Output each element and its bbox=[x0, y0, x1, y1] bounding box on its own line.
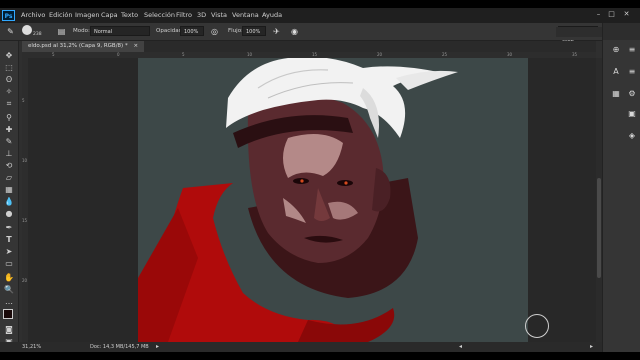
menu-archivo[interactable]: Archivo bbox=[21, 11, 45, 19]
type-icon[interactable]: T bbox=[3, 235, 15, 245]
flow-value: 100% bbox=[246, 29, 261, 35]
eraser-icon[interactable]: ▱ bbox=[3, 173, 15, 183]
flow-input[interactable]: 100% bbox=[242, 26, 266, 36]
menu-texto[interactable]: Texto bbox=[121, 11, 138, 19]
document-tab-title: eldo.psd al 31,2% (Capa 9, RGB/8) * bbox=[28, 43, 128, 49]
brush-preset-icon[interactable]: ✎ bbox=[6, 27, 15, 36]
document-size-info: Doc: 14,3 MB/145,7 MB bbox=[90, 344, 149, 350]
menu-3d[interactable]: 3D bbox=[197, 11, 206, 19]
flow-label: Flujo: bbox=[228, 28, 243, 34]
opacity-value: 100% bbox=[184, 29, 199, 35]
mode-select-value: Normal bbox=[94, 29, 113, 35]
workspace-selector-duplicate bbox=[556, 27, 602, 37]
options-bar: ✎ 238 ▤ Modo: Normal Opacidad: 100% ◎ Fl… bbox=[0, 23, 640, 45]
document-canvas[interactable] bbox=[138, 58, 528, 342]
scrollbar-thumb[interactable] bbox=[597, 178, 601, 278]
document-tab[interactable]: eldo.psd al 31,2% (Capa 9, RGB/8) * × bbox=[22, 41, 145, 52]
shape-icon[interactable]: ▭ bbox=[3, 259, 15, 269]
marquee-icon[interactable]: ⬚ bbox=[3, 63, 15, 73]
airbrush-icon[interactable]: ✈ bbox=[272, 27, 281, 36]
close-tab-icon[interactable]: × bbox=[133, 43, 138, 49]
pressure-size-icon[interactable]: ◉ bbox=[290, 27, 299, 36]
brush-icon[interactable]: ✎ bbox=[3, 137, 15, 147]
photoshop-logo: Ps bbox=[2, 10, 15, 21]
ruler-tick: 5 bbox=[182, 52, 185, 57]
tools-panel: ✥ ⬚ ʘ ✧ ⌗ ⚲ ✚ ✎ ⊥ ⟲ ▱ ▦ 💧 ● ✒ T ➤ ▭ ✋ 🔍 … bbox=[0, 41, 19, 352]
minimize-icon[interactable]: – bbox=[594, 10, 603, 19]
clone-stamp-icon[interactable]: ⊥ bbox=[3, 149, 15, 159]
canvas-workspace[interactable] bbox=[28, 58, 596, 342]
menu-imagen[interactable]: Imagen bbox=[75, 11, 99, 19]
history-brush-icon[interactable]: ⟲ bbox=[3, 161, 15, 171]
right-panel-header bbox=[603, 23, 640, 40]
swatches-panel-icon[interactable]: ▦ bbox=[611, 89, 621, 99]
pressure-opacity-icon[interactable]: ◎ bbox=[210, 27, 219, 36]
path-select-icon[interactable]: ➤ bbox=[3, 247, 15, 257]
menu-edicion[interactable]: Edición bbox=[49, 11, 73, 19]
ruler-tick: 10 bbox=[22, 158, 28, 163]
layers-panel-icon[interactable]: ◈ bbox=[627, 131, 637, 141]
menu-seleccion[interactable]: Selección bbox=[144, 11, 175, 19]
menu-filtro[interactable]: Filtro bbox=[176, 11, 192, 19]
eyedropper-icon[interactable]: ⚲ bbox=[3, 113, 15, 123]
more-tools-icon[interactable]: … bbox=[3, 297, 15, 307]
ruler-tick: 10 bbox=[247, 52, 253, 57]
mode-label: Modo: bbox=[73, 28, 90, 34]
ruler-tick: 25 bbox=[442, 52, 448, 57]
crop-icon[interactable]: ⌗ bbox=[3, 99, 15, 109]
scroll-right-icon[interactable]: ▸ bbox=[590, 343, 593, 350]
menu-bar: Ps Archivo Edición Imagen Capa Texto Sel… bbox=[0, 8, 640, 23]
ruler-tick: 15 bbox=[22, 218, 28, 223]
ruler-tick: 20 bbox=[22, 278, 28, 283]
brush-tip-preview-icon[interactable] bbox=[22, 25, 32, 35]
gradient-icon[interactable]: ▦ bbox=[3, 185, 15, 195]
brush-cursor bbox=[525, 314, 549, 338]
maximize-icon[interactable]: □ bbox=[607, 10, 616, 19]
letterbox-top bbox=[0, 0, 640, 8]
zoom-icon[interactable]: 🔍 bbox=[3, 285, 15, 295]
dodge-icon[interactable]: ● bbox=[3, 209, 15, 219]
menu-ventana[interactable]: Ventana bbox=[232, 11, 259, 19]
ruler-tick: 5 bbox=[52, 52, 55, 57]
ruler-tick: 15 bbox=[312, 52, 318, 57]
quick-mask-icon[interactable]: ◙ bbox=[3, 325, 15, 335]
ruler-tick: 20 bbox=[377, 52, 383, 57]
menu-vista[interactable]: Vista bbox=[211, 11, 227, 19]
quick-select-icon[interactable]: ✧ bbox=[3, 87, 15, 97]
adjustments-panel-icon[interactable]: ≡ bbox=[627, 67, 637, 77]
color-panel-icon[interactable]: ⊕ bbox=[611, 45, 621, 55]
mode-select[interactable]: Normal bbox=[90, 26, 150, 36]
foreground-color-swatch[interactable] bbox=[3, 309, 13, 319]
hand-icon[interactable]: ✋ bbox=[3, 273, 15, 283]
painting-artwork bbox=[138, 58, 458, 342]
zoom-level[interactable]: 31,21% bbox=[22, 344, 41, 350]
scroll-left-icon[interactable]: ◂ bbox=[459, 343, 462, 350]
ruler-tick: 5 bbox=[22, 98, 25, 103]
properties-panel-icon[interactable]: ⚙ bbox=[627, 89, 637, 99]
right-panel-dock: ⊕ ≡ A ≡ ▦ ⚙ ▣ ◈ bbox=[602, 23, 640, 352]
letterbox-bottom bbox=[0, 352, 640, 360]
opacity-input[interactable]: 100% bbox=[180, 26, 204, 36]
ruler-tick: 30 bbox=[507, 52, 513, 57]
brush-size-value: 238 bbox=[33, 32, 42, 37]
document-tab-bar: eldo.psd al 31,2% (Capa 9, RGB/8) * × bbox=[22, 41, 596, 52]
ruler-tick: 0 bbox=[117, 52, 120, 57]
status-menu-arrow-icon[interactable]: ▸ bbox=[156, 343, 159, 350]
lasso-icon[interactable]: ʘ bbox=[3, 75, 15, 85]
panel-menu-icon[interactable]: ≡ bbox=[627, 45, 637, 55]
character-panel-icon[interactable]: A bbox=[611, 67, 621, 77]
blur-icon[interactable]: 💧 bbox=[3, 197, 15, 207]
menu-capa[interactable]: Capa bbox=[101, 11, 118, 19]
photoshop-window: Ps Archivo Edición Imagen Capa Texto Sel… bbox=[0, 0, 640, 360]
brush-panel-icon[interactable]: ▤ bbox=[57, 27, 66, 36]
history-panel-icon[interactable]: ▣ bbox=[627, 109, 637, 119]
ruler-tick: 35 bbox=[572, 52, 578, 57]
close-window-icon[interactable]: ✕ bbox=[622, 10, 631, 19]
menu-ayuda[interactable]: Ayuda bbox=[262, 11, 282, 19]
status-bar: 31,21% Doc: 14,3 MB/145,7 MB ▸ ◂ ▸ bbox=[0, 342, 602, 352]
pen-icon[interactable]: ✒ bbox=[3, 223, 15, 233]
healing-icon[interactable]: ✚ bbox=[3, 125, 15, 135]
move-icon[interactable]: ✥ bbox=[3, 51, 15, 61]
